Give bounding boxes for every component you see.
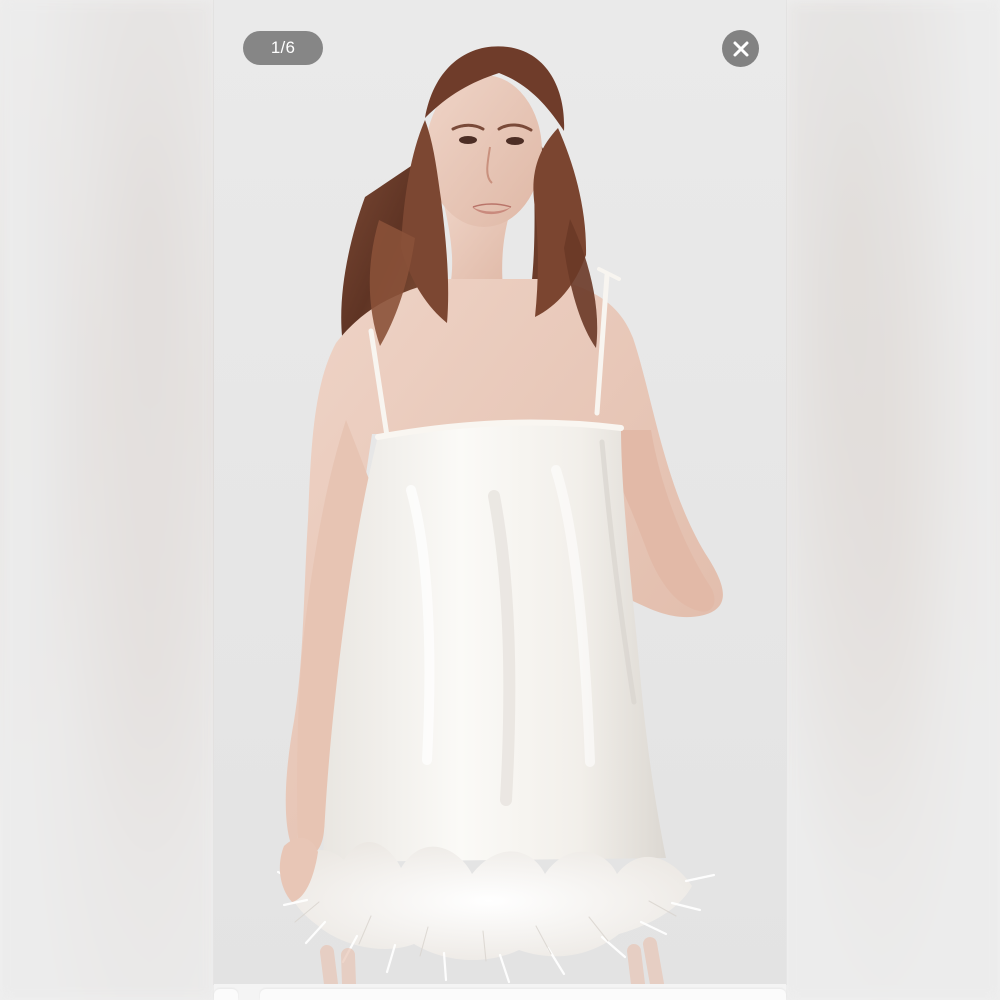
image-viewer[interactable]: 1/6	[214, 0, 786, 984]
product-photo	[214, 0, 786, 984]
gallery-stage: 1/6	[0, 0, 1000, 1000]
image-counter-text: 1/6	[270, 38, 296, 57]
close-button[interactable]	[722, 30, 759, 67]
close-icon	[733, 41, 748, 56]
image-counter-badge: 1/6	[243, 31, 323, 65]
thumbnail-edge-right	[260, 989, 786, 1000]
thumbnail-edge-left	[214, 989, 238, 1000]
right-blurred-backdrop	[786, 0, 1000, 1000]
left-blurred-backdrop	[0, 0, 214, 1000]
